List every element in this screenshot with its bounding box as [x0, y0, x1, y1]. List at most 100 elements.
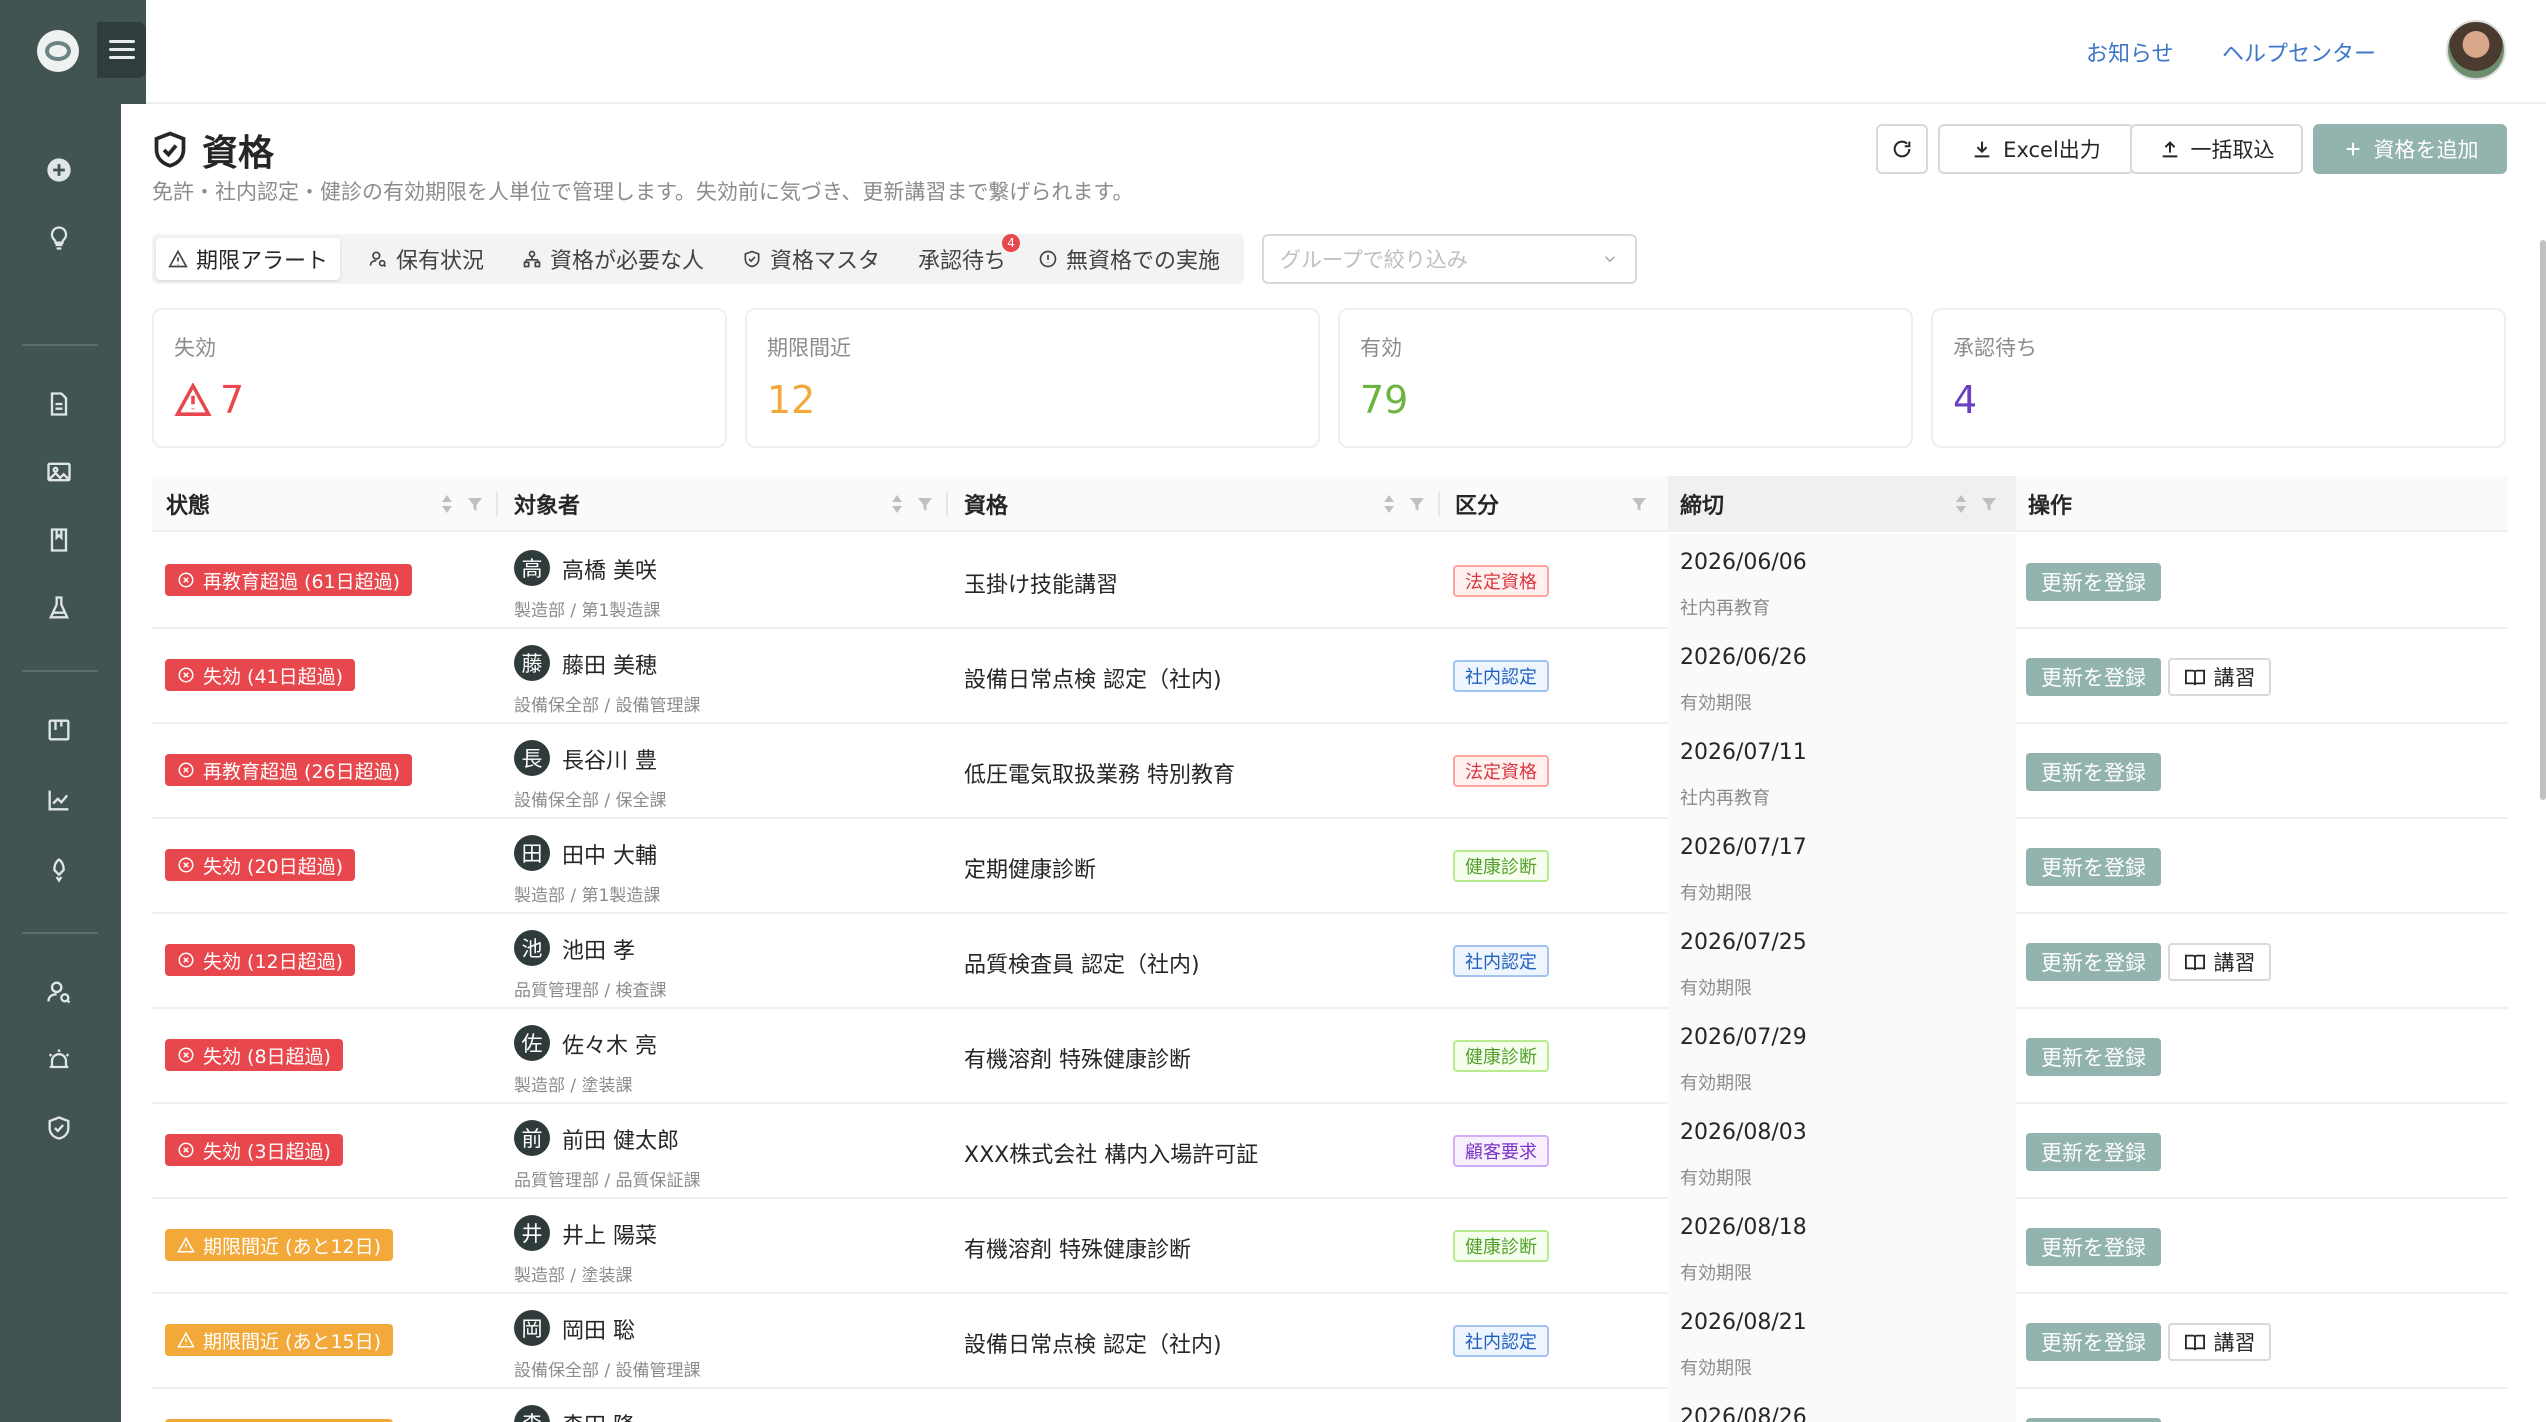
- flask-icon[interactable]: [41, 590, 77, 626]
- page-scrollbar[interactable]: [2540, 240, 2546, 800]
- sort-icon[interactable]: [1380, 493, 1398, 515]
- person-name[interactable]: 藤田 美穂: [562, 648, 657, 680]
- user-avatar[interactable]: [2446, 20, 2506, 80]
- filter-icon[interactable]: [916, 493, 934, 515]
- qualification-name[interactable]: XXX株式会社 構内入場許可証: [964, 1137, 1258, 1169]
- stat-card-near-expiry[interactable]: 期限間近 12: [745, 308, 1320, 448]
- course-button[interactable]: 講習: [2168, 1323, 2271, 1361]
- person-name[interactable]: 前田 健太郎: [562, 1123, 679, 1155]
- column-header-person[interactable]: 対象者: [514, 476, 580, 532]
- add-circle-icon[interactable]: [41, 152, 77, 188]
- person-name[interactable]: 池田 孝: [562, 933, 635, 965]
- person-name[interactable]: 長谷川 豊: [562, 743, 657, 775]
- table-row[interactable]: 失効 (12日超過) 池池田 孝品質管理部 / 検査課 品質検査員 認定（社内) 社内…: [152, 914, 2508, 1009]
- column-header-category[interactable]: 区分: [1455, 476, 1499, 532]
- filter-icon[interactable]: [1408, 493, 1426, 515]
- bulk-import-button[interactable]: 一括取込: [2130, 124, 2303, 174]
- course-button[interactable]: 講習: [2168, 943, 2271, 981]
- qualification-name[interactable]: 設備日常点検 認定（社内): [964, 1327, 1222, 1359]
- person-name[interactable]: 岡田 聡: [562, 1313, 635, 1345]
- board-icon[interactable]: [41, 712, 77, 748]
- stat-card-expired[interactable]: 失効 7: [152, 308, 727, 448]
- alert-triangle-icon: [177, 1331, 195, 1349]
- alert-triangle-icon: [168, 249, 188, 268]
- notifications-link[interactable]: お知らせ: [2086, 36, 2174, 68]
- person-name[interactable]: 田中 大輔: [562, 838, 657, 870]
- column-header-qualification[interactable]: 資格: [964, 476, 1008, 532]
- table-row[interactable]: 期限間近 (あと20日)森森田 隆一2026/08/26更新を登録: [152, 1389, 2508, 1422]
- register-renewal-button[interactable]: 更新を登録: [2026, 563, 2161, 601]
- qualification-name[interactable]: 設備日常点検 認定（社内): [964, 662, 1222, 694]
- column-header-status[interactable]: 状態: [166, 476, 210, 532]
- register-renewal-button[interactable]: 更新を登録: [2026, 1418, 2161, 1422]
- tab-expiry-alert[interactable]: 期限アラート: [156, 238, 341, 280]
- chart-line-icon[interactable]: [41, 782, 77, 818]
- sort-icon[interactable]: [888, 493, 906, 515]
- deadline-date: 2026/08/26: [1680, 1405, 1807, 1422]
- document-icon[interactable]: [41, 386, 77, 422]
- register-renewal-button[interactable]: 更新を登録: [2026, 753, 2161, 791]
- book-icon[interactable]: [41, 522, 77, 558]
- table-row[interactable]: 期限間近 (あと12日) 井井上 陽菜 製造部 / 塗装課 有機溶剤 特殊健康診断 健康…: [152, 1199, 2508, 1294]
- image-icon[interactable]: [41, 454, 77, 490]
- refresh-button[interactable]: [1876, 124, 1928, 174]
- add-qualification-button[interactable]: 資格を追加: [2313, 124, 2507, 174]
- qualification-name[interactable]: 玉掛け技能講習: [964, 567, 1118, 599]
- tab-label: 期限アラート: [196, 249, 329, 274]
- qualification-name[interactable]: 有機溶剤 特殊健康診断: [964, 1042, 1191, 1074]
- qualification-name[interactable]: 有機溶剤 特殊健康診断: [964, 1232, 1191, 1264]
- table-row[interactable]: 失効 (3日超過) 前前田 健太郎 品質管理部 / 品質保証課 XXX株式会社 構内入…: [152, 1104, 2508, 1199]
- sort-icon[interactable]: [1952, 493, 1970, 515]
- stat-value: 79: [1360, 378, 1408, 422]
- stat-card-pending[interactable]: 承認待ち 4: [1931, 308, 2506, 448]
- filter-icon[interactable]: [1630, 493, 1648, 515]
- shield-check-icon[interactable]: [41, 1110, 77, 1146]
- group-filter-select[interactable]: グループで絞り込み: [1262, 234, 1637, 284]
- alarm-icon[interactable]: [41, 1042, 77, 1078]
- table-row[interactable]: 再教育超過 (61日超過) 高高橋 美咲 製造部 / 第1製造課 玉掛け技能講習 法定資…: [152, 534, 2508, 629]
- menu-toggle-button[interactable]: [97, 22, 146, 78]
- tab-required-people[interactable]: 資格が必要な人: [510, 238, 716, 280]
- rocket-icon[interactable]: [41, 852, 77, 888]
- table-row[interactable]: 失効 (41日超過) 藤藤田 美穂 設備保全部 / 設備管理課 設備日常点検 認定（社…: [152, 629, 2508, 724]
- register-renewal-button[interactable]: 更新を登録: [2026, 943, 2161, 981]
- register-renewal-button[interactable]: 更新を登録: [2026, 848, 2161, 886]
- app-logo[interactable]: [37, 30, 79, 72]
- excel-export-button[interactable]: Excel出力: [1938, 124, 2134, 174]
- table-row[interactable]: 失効 (8日超過) 佐佐々木 亮製造部 / 塗装課 有機溶剤 特殊健康診断 健康診断 2…: [152, 1009, 2508, 1104]
- user-search-icon[interactable]: [41, 974, 77, 1010]
- qualification-name[interactable]: 品質検査員 認定（社内): [964, 947, 1200, 979]
- tab-unqualified-execution[interactable]: 無資格での実施: [1026, 238, 1232, 280]
- register-renewal-button[interactable]: 更新を登録: [2026, 1038, 2161, 1076]
- register-renewal-button[interactable]: 更新を登録: [2026, 1323, 2161, 1361]
- shield-check-icon: [154, 131, 186, 168]
- register-renewal-button[interactable]: 更新を登録: [2026, 658, 2161, 696]
- lightbulb-icon[interactable]: [41, 220, 77, 256]
- person-name[interactable]: 佐々木 亮: [562, 1028, 657, 1060]
- status-text: 失効 (41日超過): [203, 665, 344, 688]
- qualification-name[interactable]: 定期健康診断: [964, 852, 1096, 884]
- filter-icon[interactable]: [466, 493, 484, 515]
- filter-icon[interactable]: [1980, 493, 1998, 515]
- table-row[interactable]: 再教育超過 (26日超過) 長長谷川 豊設備保全部 / 保全課 低圧電気取扱業務 特…: [152, 724, 2508, 819]
- person-name[interactable]: 井上 陽菜: [562, 1218, 657, 1250]
- person-name[interactable]: 森田 隆一: [562, 1408, 657, 1422]
- person-name[interactable]: 高橋 美咲: [562, 553, 657, 585]
- help-center-link[interactable]: ヘルプセンター: [2222, 36, 2376, 68]
- tab-holding-status[interactable]: 保有状況: [356, 238, 496, 280]
- x-circle-icon: [177, 856, 195, 874]
- category-tag: 社内認定: [1453, 660, 1549, 692]
- tab-pending-approval[interactable]: 承認待ち 4: [906, 234, 1021, 280]
- stat-number: 7: [220, 378, 245, 422]
- course-button[interactable]: 講習: [2168, 658, 2271, 696]
- qualification-name[interactable]: 低圧電気取扱業務 特別教育: [964, 757, 1235, 789]
- person-avatar: 岡: [514, 1310, 550, 1346]
- table-row[interactable]: 失効 (20日超過) 田田中 大輔 製造部 / 第1製造課 定期健康診断 健康診断 202…: [152, 819, 2508, 914]
- register-renewal-button[interactable]: 更新を登録: [2026, 1133, 2161, 1171]
- register-renewal-button[interactable]: 更新を登録: [2026, 1228, 2161, 1266]
- tab-qualification-master[interactable]: 資格マスタ: [730, 238, 892, 280]
- stat-card-valid[interactable]: 有効 79: [1338, 308, 1913, 448]
- table-row[interactable]: 期限間近 (あと15日) 岡岡田 聡設備保全部 / 設備管理課 設備日常点検 認定（…: [152, 1294, 2508, 1389]
- status-badge: 失効 (41日超過): [165, 659, 356, 691]
- sort-icon[interactable]: [438, 493, 456, 515]
